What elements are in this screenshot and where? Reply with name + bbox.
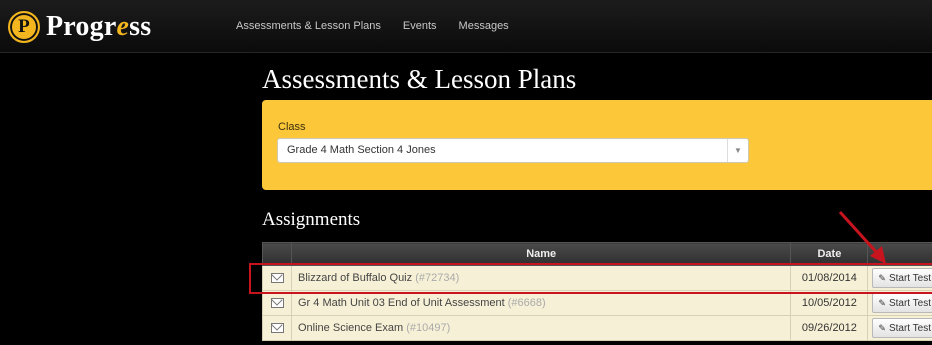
start-test-label: Start Test: [888, 322, 931, 334]
assignments-heading: Assignments: [262, 209, 361, 230]
table-row: Gr 4 Math Unit 03 End of Unit Assessment…: [262, 290, 932, 316]
class-filter-panel: Class Grade 4 Math Section 4 Jones ▼: [262, 100, 932, 190]
progress-logo[interactable]: P Progr e ss: [8, 10, 151, 44]
table-header-row: Name Date: [262, 242, 932, 266]
class-select-value: Grade 4 Math Section 4 Jones: [287, 144, 436, 156]
assignment-name: Blizzard of Buffalo Quiz: [298, 272, 413, 284]
pencil-icon: ✎: [878, 322, 886, 333]
start-test-button[interactable]: ✎ Start Test: [872, 318, 932, 338]
message-cell[interactable]: [262, 265, 292, 291]
nav-assessments-lesson-plans[interactable]: Assessments & Lesson Plans: [236, 20, 381, 32]
dropdown-arrow-icon: ▼: [727, 139, 748, 162]
start-test-label: Start Test: [888, 297, 931, 309]
pencil-icon: ✎: [878, 297, 886, 308]
message-cell[interactable]: [262, 290, 292, 316]
lightbulb-logo-icon: P: [8, 11, 40, 43]
action-cell: ✎ Start Test: [867, 265, 932, 291]
action-cell: ✎ Start Test: [867, 315, 932, 341]
page-title: Assessments & Lesson Plans: [262, 64, 577, 94]
logo-text-highlight: e: [116, 11, 130, 42]
main-nav: Assessments & Lesson Plans Events Messag…: [236, 0, 531, 52]
envelope-icon: [270, 273, 284, 284]
assignment-date: 10/05/2012: [790, 290, 869, 316]
logo-text-prefix: Progr: [46, 11, 117, 42]
envelope-icon: [270, 323, 284, 334]
assignment-date: 09/26/2012: [790, 315, 869, 341]
class-label: Class: [278, 121, 306, 133]
assignment-id: (#10497): [406, 322, 451, 334]
envelope-icon: [270, 298, 284, 309]
table-row: Online Science Exam (#10497) 09/26/2012 …: [262, 315, 932, 341]
message-cell[interactable]: [262, 315, 292, 341]
header-name[interactable]: Name: [290, 242, 792, 266]
start-test-button[interactable]: ✎ Start Test: [872, 268, 932, 288]
nav-messages[interactable]: Messages: [459, 20, 509, 32]
header-action: [867, 242, 932, 266]
class-select[interactable]: Grade 4 Math Section 4 Jones ▼: [277, 138, 749, 163]
assignment-name: Online Science Exam: [298, 322, 404, 334]
start-test-button[interactable]: ✎ Start Test: [872, 293, 932, 313]
assignment-name-cell: Blizzard of Buffalo Quiz (#72734): [290, 265, 792, 291]
assignment-id: (#72734): [415, 272, 460, 284]
assignment-name: Gr 4 Math Unit 03 End of Unit Assessment: [298, 297, 505, 309]
header-icon-column: [262, 242, 292, 266]
action-cell: ✎ Start Test: [867, 290, 932, 316]
assignment-name-cell: Online Science Exam (#10497): [290, 315, 792, 341]
pencil-icon: ✎: [878, 272, 886, 283]
assignment-name-cell: Gr 4 Math Unit 03 End of Unit Assessment…: [290, 290, 792, 316]
top-navbar: P Progr e ss Assessments & Lesson Plans Ev…: [0, 0, 932, 53]
header-date[interactable]: Date: [790, 242, 869, 266]
start-test-label: Start Test: [888, 272, 931, 284]
nav-events[interactable]: Events: [403, 20, 437, 32]
logo-text-suffix: ss: [129, 11, 152, 42]
assignment-id: (#6668): [507, 297, 546, 309]
table-row: Blizzard of Buffalo Quiz (#72734) 01/08/…: [262, 265, 932, 291]
assignments-table: Name Date Blizzard of Buffalo Quiz (#727…: [262, 242, 932, 341]
assignment-date: 01/08/2014: [790, 265, 869, 291]
